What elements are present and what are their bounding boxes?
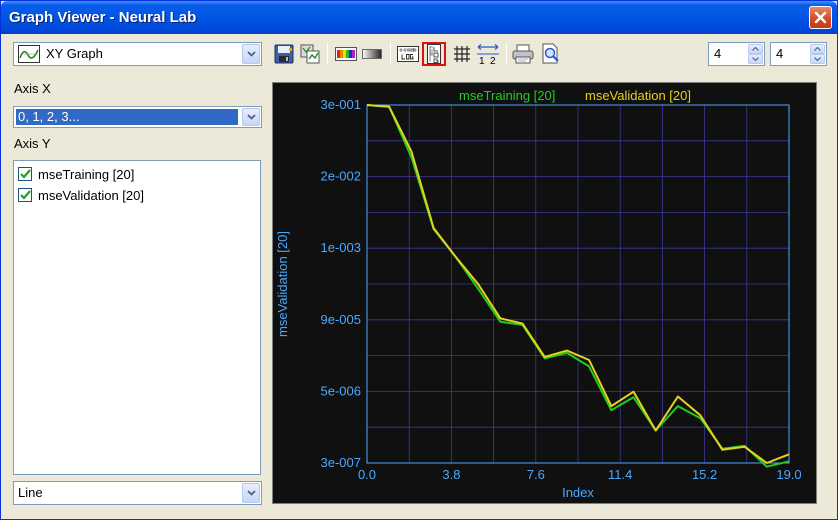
x-tick-label: 19.0 (776, 467, 801, 482)
close-button[interactable] (809, 6, 832, 29)
y-tick-label: 2e-002 (321, 169, 361, 184)
graph-type-value: XY Graph (46, 46, 103, 61)
svg-text:1: 1 (479, 56, 485, 65)
axis-x-value: 0, 1, 2, 3... (18, 109, 80, 124)
axis-y-item-mse-training[interactable]: mseTraining [20] (18, 165, 134, 183)
graph-type-dropdown-button[interactable] (242, 44, 260, 64)
svg-text:2: 2 (490, 56, 496, 65)
xy-graph-icon (18, 45, 40, 63)
x-axis-label: Index (562, 485, 594, 500)
checkbox[interactable] (18, 167, 32, 181)
window-title: Graph Viewer - Neural Lab (9, 9, 197, 26)
grayscale-icon (362, 49, 382, 59)
x-tick-label: 3.8 (442, 467, 460, 482)
line-style-value: Line (18, 485, 43, 500)
client-area: XY Graph Axis X 0, 1, 2, 3... Axis Y mse… (4, 35, 834, 517)
print-icon (512, 44, 534, 64)
print-preview-icon (542, 43, 559, 64)
spinner-right-value: 4 (776, 46, 784, 61)
x-tick-label: 7.6 (527, 467, 545, 482)
checkmark-icon (19, 169, 31, 179)
axis-y-label: Axis Y (14, 136, 51, 151)
graph-type-select[interactable]: XY Graph (13, 42, 262, 66)
spin-up-button[interactable] (748, 44, 763, 54)
chevron-down-icon (246, 490, 256, 496)
save-icon (274, 44, 294, 64)
log-scale-icon (397, 46, 419, 62)
plot-area[interactable]: 0.0 3.8 7.6 11.4 15.2 19.0 3e-001 2e-002 1e-003 9… (272, 82, 817, 504)
spin-down-button[interactable] (810, 54, 825, 64)
y-tick-label: 3e-007 (321, 455, 361, 470)
close-icon (814, 11, 827, 24)
y-tick-label: 3e-001 (321, 97, 361, 112)
toolbar-separator (390, 43, 391, 65)
color-palette-icon (335, 47, 357, 61)
checkbox[interactable] (18, 188, 32, 202)
grid-icon (454, 46, 470, 62)
line-style-select[interactable]: Line (13, 481, 262, 505)
range-icon: 1 2 (477, 44, 499, 65)
spinner-left-value: 4 (714, 46, 722, 61)
y-tick-label: 9e-005 (321, 312, 361, 327)
spin-down-button[interactable] (748, 54, 763, 64)
log-y-axis-icon (427, 44, 441, 64)
color-mode-button[interactable] (334, 42, 358, 66)
chevron-down-icon (814, 57, 821, 61)
copy-icon (300, 44, 320, 64)
x-tick-label: 15.2 (692, 467, 717, 482)
axis-x-dropdown-button[interactable] (242, 108, 260, 126)
spinner-right[interactable]: 4 (770, 42, 827, 66)
chevron-up-icon (814, 47, 821, 51)
axis-y-item-label: mseValidation [20] (38, 187, 144, 203)
line-chart: 0.0 3.8 7.6 11.4 15.2 19.03e-0012e-0021e-0039… (275, 88, 802, 500)
grayscale-button[interactable] (360, 42, 384, 66)
chevron-down-icon (246, 51, 256, 57)
print-button[interactable] (511, 42, 535, 66)
x-tick-label: 11.4 (608, 467, 632, 482)
legend-entry-mse-training: mseTraining [20] (459, 88, 555, 103)
axis-y-item-mse-validation[interactable]: mseValidation [20] (18, 186, 144, 204)
title-bar[interactable]: Graph Viewer - Neural Lab (1, 1, 837, 34)
axis-x-select[interactable]: 0, 1, 2, 3... (13, 106, 262, 128)
axis-y-list[interactable]: mseTraining [20] mseValidation [20] (13, 160, 261, 475)
chevron-down-icon (752, 57, 759, 61)
chevron-up-icon (752, 47, 759, 51)
axis-y-item-label: mseTraining [20] (38, 166, 135, 182)
log-y-axis-button[interactable] (422, 42, 446, 66)
y-axis-label: mseValidation [20] (275, 231, 290, 337)
copy-button[interactable] (298, 42, 322, 66)
log-scale-button[interactable] (396, 42, 420, 66)
spinner-left[interactable]: 4 (708, 42, 765, 66)
line-style-dropdown-button[interactable] (242, 483, 260, 503)
y-tick-label: 5e-006 (321, 383, 361, 398)
grid-toggle-button[interactable] (450, 42, 474, 66)
graph-viewer-window: Graph Viewer - Neural Lab XY Graph Axis … (0, 0, 838, 520)
axis-x-label: Axis X (14, 81, 51, 96)
y-tick-label: 1e-003 (321, 240, 361, 255)
toolbar-separator (506, 43, 507, 65)
range-button[interactable]: 1 2 (476, 42, 500, 66)
print-preview-button[interactable] (539, 42, 563, 66)
spin-up-button[interactable] (810, 44, 825, 54)
toolbar-separator (327, 43, 328, 65)
save-button[interactable] (272, 42, 296, 66)
chevron-down-icon (246, 114, 256, 120)
legend-entry-mse-validation: mseValidation [20] (585, 88, 691, 103)
checkmark-icon (19, 190, 31, 200)
